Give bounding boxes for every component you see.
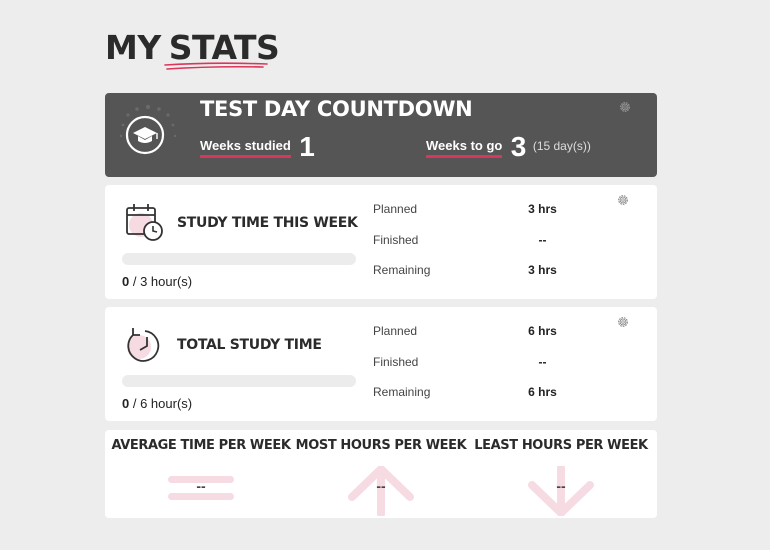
study-week-progress-bar [122, 253, 356, 265]
weekly-metrics-card: AVERAGE TIME PER WEEK -- MOST HOURS PER … [105, 430, 657, 518]
study-week-finished-label: Finished [373, 233, 419, 247]
average-time-title: AVERAGE TIME PER WEEK [111, 438, 291, 453]
countdown-settings-gear-icon[interactable] [618, 100, 632, 114]
total-study-finished-value: -- [538, 355, 547, 369]
study-week-settings-gear-icon[interactable] [616, 193, 630, 207]
calendar-clock-icon [126, 204, 163, 241]
weeks-to-go-value: 3 [510, 131, 527, 162]
weeks-studied-stat: Weeks studied 1 [200, 131, 315, 162]
total-study-remaining-value: 6 hrs [528, 385, 557, 399]
study-week-planned-label: Planned [373, 202, 418, 216]
least-hours-title: LEAST HOURS PER WEEK [474, 438, 648, 453]
study-week-progress-text: 0 / 3 hour(s) [122, 274, 192, 289]
study-week-title: STUDY TIME THIS WEEK [177, 215, 358, 231]
least-hours-value: -- [556, 478, 566, 494]
refresh-clock-icon [127, 328, 160, 362]
average-time-value: -- [196, 478, 206, 494]
days-remaining-note: (15 day(s)) [532, 139, 591, 153]
study-week-hours-done: 0 [122, 274, 130, 289]
weeks-to-go-stat: Weeks to go 3 (15 day(s)) [426, 131, 591, 162]
title-underline-decoration [164, 62, 268, 70]
total-study-planned-label: Planned [373, 324, 418, 338]
total-study-remaining-label: Remaining [373, 385, 431, 399]
weeks-to-go-label: Weeks to go [426, 138, 503, 158]
countdown-title: TEST DAY COUNTDOWN [200, 97, 473, 121]
study-week-finished-value: -- [538, 233, 547, 247]
most-hours-metric: MOST HOURS PER WEEK -- [289, 438, 473, 516]
total-study-hours-total: / 6 hour(s) [132, 396, 193, 411]
weeks-studied-label: Weeks studied [200, 138, 291, 158]
study-week-remaining-value: 3 hrs [528, 263, 557, 277]
total-study-progress-text: 0 / 6 hour(s) [122, 396, 192, 411]
total-study-finished-label: Finished [373, 355, 419, 369]
study-week-hours-total: / 3 hour(s) [132, 274, 193, 289]
most-hours-value: -- [376, 478, 386, 494]
graduation-cap-icon [119, 104, 177, 155]
average-time-metric: AVERAGE TIME PER WEEK -- [109, 438, 293, 500]
test-day-countdown-card: TEST DAY COUNTDOWN Weeks studied 1 Weeks… [105, 93, 657, 177]
study-week-remaining-label: Remaining [373, 263, 431, 277]
total-study-planned-value: 6 hrs [528, 324, 557, 338]
study-week-planned-value: 3 hrs [528, 202, 557, 216]
total-study-progress-bar [122, 375, 356, 387]
total-study-time-card: TOTAL STUDY TIME 0 / 6 hour(s) Planned 6… [105, 307, 657, 421]
most-hours-title: MOST HOURS PER WEEK [295, 438, 467, 453]
least-hours-metric: LEAST HOURS PER WEEK -- [469, 438, 653, 516]
total-study-settings-gear-icon[interactable] [616, 315, 630, 329]
total-study-title: TOTAL STUDY TIME [177, 337, 322, 353]
total-study-hours-done: 0 [122, 396, 130, 411]
study-time-this-week-card: STUDY TIME THIS WEEK 0 / 3 hour(s) Plann… [105, 185, 657, 299]
page-title-part1: MY [105, 28, 161, 67]
weeks-studied-value: 1 [299, 131, 315, 162]
